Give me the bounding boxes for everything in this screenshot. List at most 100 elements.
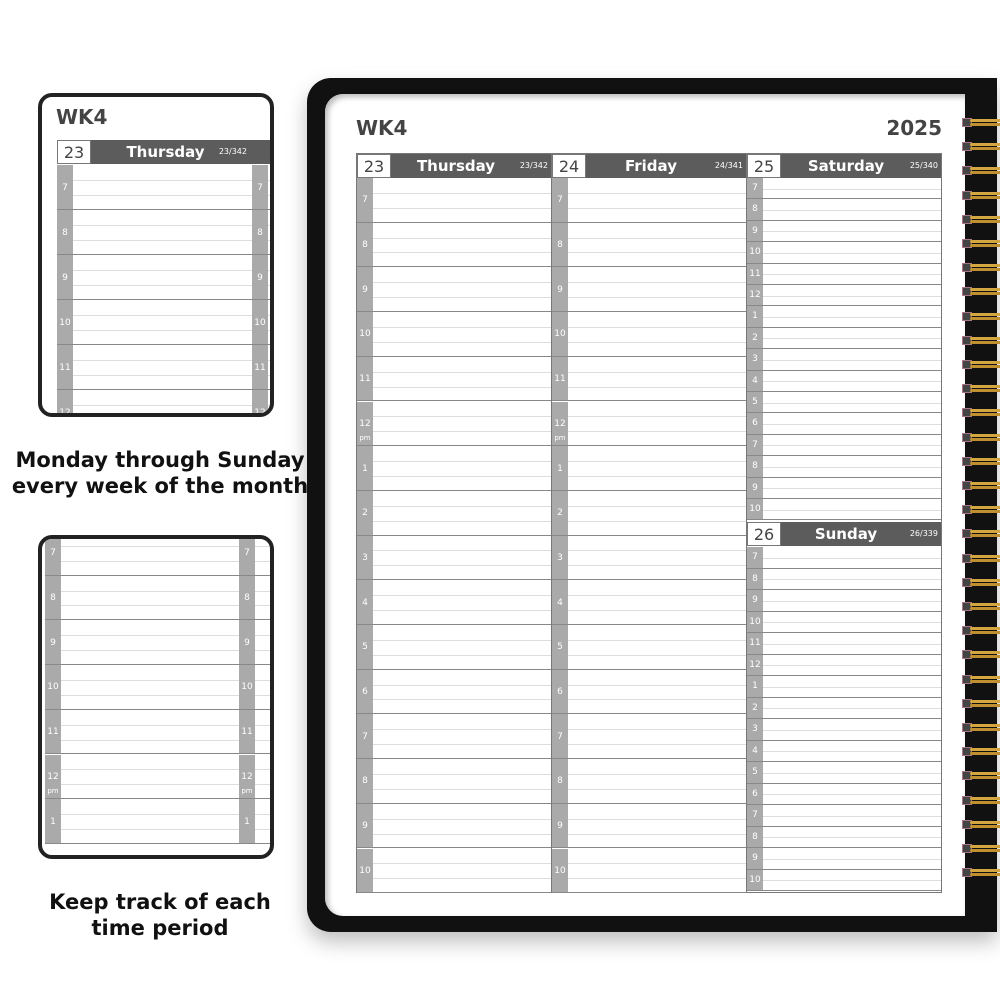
hour-row[interactable]: 7 — [239, 539, 270, 576]
hour-row[interactable]: 8 — [357, 759, 551, 804]
hour-row[interactable]: 4 — [747, 370, 941, 392]
hour-row[interactable]: 10 — [552, 312, 746, 357]
hour-row[interactable]: 9 — [747, 590, 941, 612]
hour-row[interactable]: 7 — [747, 547, 941, 569]
hour-row[interactable]: 7 — [747, 805, 941, 827]
hour-row[interactable]: 6 — [357, 669, 551, 715]
hour-row[interactable]: 11 — [45, 709, 240, 755]
hour-row[interactable]: 9 — [57, 255, 253, 300]
hour-number: 9 — [752, 853, 758, 863]
hour-row[interactable]: 10 — [45, 665, 240, 710]
hour-row[interactable]: 10 — [552, 848, 746, 894]
writing-line — [763, 466, 941, 468]
hour-row[interactable]: 10 — [252, 300, 270, 345]
hour-row[interactable]: 7 — [747, 434, 941, 457]
hour-row[interactable]: 9 — [747, 220, 941, 243]
hour-row[interactable]: 9 — [252, 255, 270, 300]
hour-row[interactable]: 7 — [45, 539, 240, 576]
hour-label: 2 — [552, 490, 568, 535]
hour-row[interactable]: 10 — [747, 611, 941, 633]
hour-row[interactable]: 10 — [357, 848, 551, 894]
hour-row[interactable]: 1 — [747, 306, 941, 328]
hour-row[interactable]: 9 — [45, 620, 240, 666]
writing-line — [568, 639, 746, 641]
hour-row[interactable]: 1 — [45, 799, 240, 844]
hour-label: 8 — [252, 210, 268, 254]
hour-row[interactable]: 1 — [239, 799, 270, 844]
hour-row[interactable]: 10 — [747, 242, 941, 264]
hour-row[interactable]: 4 — [552, 580, 746, 625]
hour-row[interactable]: 5 — [552, 625, 746, 670]
hour-row[interactable]: 9 — [747, 477, 941, 499]
hour-row[interactable]: 3 — [747, 349, 941, 371]
hour-row[interactable]: 11 — [747, 633, 941, 655]
hour-row[interactable]: 3 — [552, 535, 746, 581]
hour-row[interactable]: 10 — [239, 665, 270, 710]
hour-row[interactable]: 2 — [357, 490, 551, 536]
hour-label: 9 — [747, 590, 763, 611]
hour-row[interactable]: 7 — [357, 714, 551, 760]
hour-row[interactable]: 8 — [747, 826, 941, 848]
hour-row[interactable]: 2 — [747, 327, 941, 350]
hour-row[interactable]: 8 — [357, 222, 551, 268]
hour-row[interactable]: 7 — [57, 165, 253, 210]
hour-row[interactable]: 8 — [252, 210, 270, 255]
hour-row[interactable]: 5 — [747, 392, 941, 414]
hour-row[interactable]: 8 — [747, 568, 941, 590]
hour-row[interactable]: 9 — [239, 620, 270, 666]
hour-row[interactable]: 8 — [45, 575, 240, 621]
hour-row[interactable]: 6 — [747, 413, 941, 435]
hour-row[interactable]: 7 — [552, 714, 746, 760]
hour-row[interactable]: 7 — [552, 178, 746, 223]
hour-row[interactable]: 7 — [357, 178, 551, 223]
hour-row[interactable]: 8 — [552, 759, 746, 804]
hour-row[interactable]: 1 — [552, 446, 746, 491]
hour-row[interactable]: 12pm — [57, 390, 253, 413]
hour-row[interactable]: 10 — [357, 312, 551, 357]
hour-row[interactable]: 12pm — [357, 401, 551, 447]
hour-row[interactable]: 9 — [357, 267, 551, 313]
hour-row[interactable]: 8 — [239, 575, 270, 621]
hour-row[interactable]: 4 — [357, 580, 551, 625]
hour-row[interactable]: 10 — [57, 300, 253, 345]
hour-row[interactable]: 12 — [747, 654, 941, 676]
hour-row[interactable]: 1 — [747, 676, 941, 698]
hour-row[interactable]: 5 — [357, 625, 551, 670]
hour-row[interactable]: 11 — [252, 345, 270, 390]
hour-row[interactable]: 8 — [57, 210, 253, 255]
hour-row[interactable]: 8 — [747, 199, 941, 221]
hour-row[interactable]: 3 — [747, 719, 941, 741]
hour-row[interactable]: 11 — [747, 263, 941, 285]
hour-row[interactable]: 12pm — [239, 754, 270, 800]
hour-row[interactable]: 2 — [552, 490, 746, 536]
hour-row[interactable]: 3 — [357, 535, 551, 581]
hour-row[interactable]: 12pm — [552, 401, 746, 447]
hour-row[interactable]: 2 — [747, 697, 941, 719]
hour-row[interactable]: 7 — [252, 165, 270, 210]
hour-row[interactable]: 4 — [747, 740, 941, 762]
hour-row[interactable]: 12 — [747, 285, 941, 307]
hour-number: 12 — [47, 771, 59, 782]
hour-row[interactable]: 9 — [747, 848, 941, 870]
hour-row[interactable]: 9 — [552, 267, 746, 313]
hour-row[interactable]: 8 — [747, 456, 941, 478]
hour-row[interactable]: 10 — [747, 499, 941, 521]
hour-row[interactable]: 11 — [357, 356, 551, 402]
hour-row[interactable]: 12pm — [252, 390, 270, 413]
hour-row[interactable]: 11 — [57, 345, 253, 390]
hour-label: 3 — [747, 349, 763, 370]
hour-row[interactable]: 7 — [747, 178, 941, 200]
hour-row[interactable]: 9 — [357, 803, 551, 849]
hour-row[interactable]: 10 — [747, 869, 941, 891]
hour-row[interactable]: 11 — [239, 709, 270, 755]
hour-row[interactable]: 11 — [552, 356, 746, 402]
hour-row[interactable]: 9 — [552, 803, 746, 849]
hour-row[interactable]: 8 — [552, 222, 746, 268]
writing-line — [268, 360, 270, 361]
hour-row[interactable]: 12pm — [45, 754, 240, 800]
day-header: 23 Thursday 23/342 24 — [57, 140, 270, 164]
hour-row[interactable]: 6 — [552, 669, 746, 715]
hour-row[interactable]: 6 — [747, 783, 941, 805]
hour-row[interactable]: 1 — [357, 446, 551, 491]
hour-row[interactable]: 5 — [747, 762, 941, 784]
